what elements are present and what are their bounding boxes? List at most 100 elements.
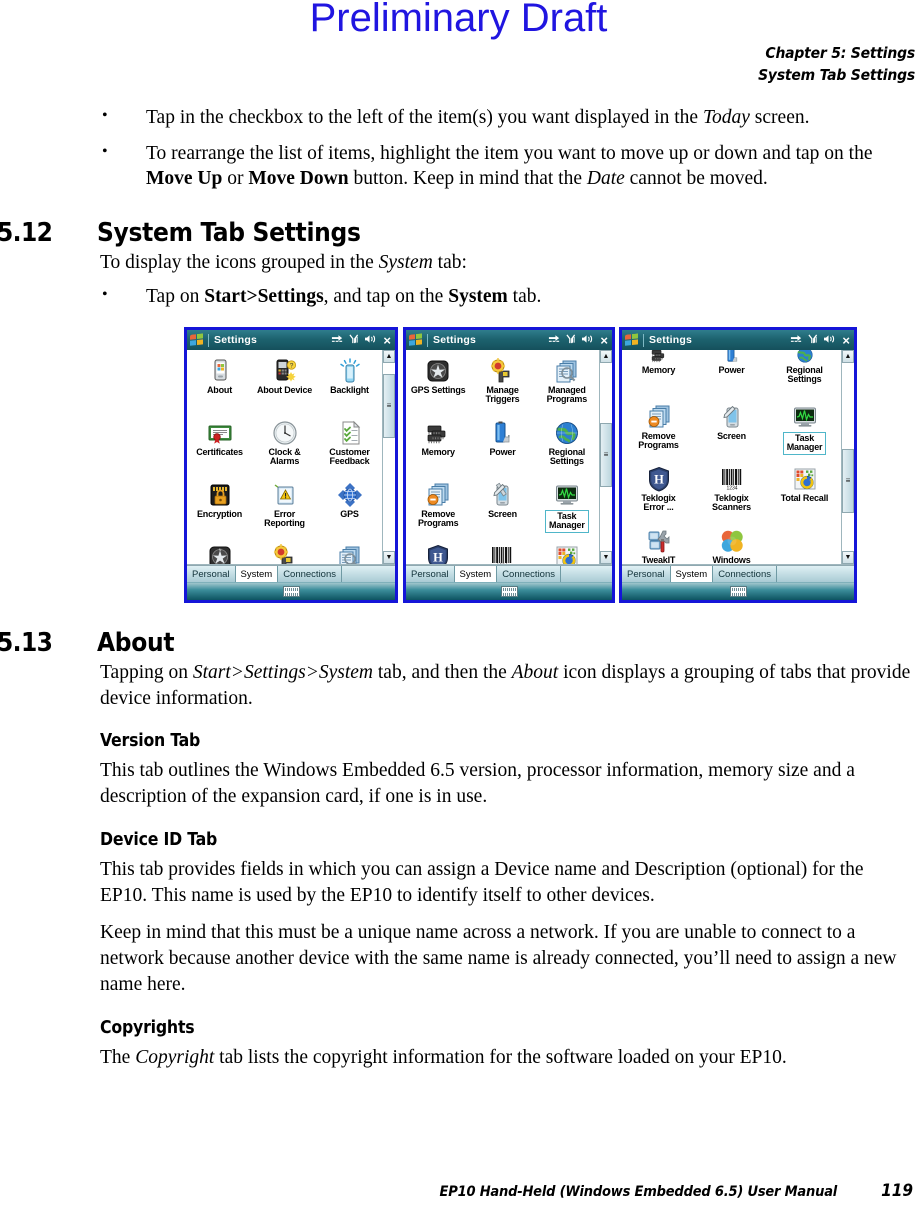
section-512-intro: To display the icons grouped in the Syst… [100,252,467,274]
keyboard-icon[interactable] [500,586,518,597]
preliminary-draft-watermark: Preliminary Draft [309,0,608,40]
remove-programs-icon [425,482,451,508]
settings-item-backlight[interactable]: Backlight [317,356,382,418]
close-icon[interactable]: × [842,334,850,347]
scroll-down-button[interactable]: ▼ [383,551,395,564]
scroll-thumb[interactable] [383,374,395,439]
tab-connections[interactable]: Connections [278,566,342,582]
tab-bar-filler [561,566,612,582]
settings-item-about-device[interactable]: ? About Device [252,356,317,418]
volume-icon[interactable] [581,331,593,349]
keyboard-icon[interactable] [729,586,747,597]
settings-item-teklogix-error[interactable]: H Teklogix Error ... [622,464,695,526]
settings-item-customer-feedback[interactable]: Customer Feedback [317,418,382,480]
settings-item-about[interactable]: About [187,356,252,418]
running-header: Chapter 5: Settings System Tab Settings [758,42,915,86]
scroll-track[interactable] [383,363,395,551]
settings-item-certificates[interactable]: Certificates [187,418,252,480]
signal-icon[interactable] [808,331,818,349]
scroll-track[interactable] [600,363,612,551]
settings-item-tweakit-settings[interactable]: TweakIT Settings [622,526,695,564]
settings-item-task-manager[interactable]: Task Manager [768,402,841,464]
settings-item-screen[interactable]: Screen [695,402,768,464]
settings-item-memory[interactable]: Memory [622,350,695,402]
settings-item-teklogix-error[interactable]: H Teklogix [406,542,470,564]
scroll-up-button[interactable]: ▲ [600,350,612,363]
settings-item-manage-triggers[interactable]: Manage Triggers [470,356,534,418]
settings-item-label: GPS Settings [410,385,466,395]
certificates-icon [207,420,233,446]
backlight-icon [337,358,363,384]
settings-item-screen[interactable]: Screen [470,480,534,542]
settings-item-regional-settings[interactable]: Regional Settings [535,418,599,480]
keyboard-icon[interactable] [282,586,300,597]
scroll-down-button[interactable]: ▼ [842,551,854,564]
settings-item-gps-settings[interactable]: N GPS Settings [187,542,252,564]
connectivity-icon[interactable] [790,331,803,349]
settings-item-remove-programs[interactable]: Remove Programs [622,402,695,464]
titlebar-divider [427,333,428,347]
tab-connections[interactable]: Connections [713,566,777,582]
tab-system[interactable]: System [670,566,714,582]
tab-system[interactable]: System [235,566,279,582]
encryption-icon [207,482,233,508]
settings-item-remove-programs[interactable]: Remove Programs [406,480,470,542]
settings-tab-bar: Personal System Connections [622,565,854,582]
tab-personal[interactable]: Personal [187,566,236,582]
tab-personal[interactable]: Personal [622,566,671,582]
vertical-scrollbar[interactable]: ▲ ▼ [841,350,854,564]
tweakit-settings-icon [646,528,672,554]
scroll-thumb[interactable] [842,449,854,514]
windows-start-icon[interactable] [190,332,205,348]
settings-item-encryption[interactable]: Encryption [187,480,252,542]
connectivity-icon[interactable] [548,331,561,349]
settings-item-error-reporting[interactable]: Error Reporting [252,480,317,542]
footer-page-number: 119 [881,1181,913,1201]
volume-icon[interactable] [364,331,376,349]
bullet-text-3: Tap on Start>Settings, and tap on the Sy… [146,285,542,307]
settings-item-regional-settings[interactable]: Regional Settings [768,350,841,402]
tab-system[interactable]: System [454,566,498,582]
tab-connections[interactable]: Connections [497,566,561,582]
settings-icon-grid: About ? About Device Backlight Certifica… [187,350,382,564]
settings-item-task-manager[interactable]: Task Manager [535,480,599,542]
task-manager-icon [792,404,818,430]
settings-item-managed-programs[interactable]: Managed Programs [535,356,599,418]
vertical-scrollbar[interactable]: ▲ ▼ [599,350,612,564]
settings-item-windows-update[interactable]: Windows Update [695,526,768,564]
scroll-thumb[interactable] [600,423,612,488]
windows-start-icon[interactable] [625,332,640,348]
scroll-track[interactable] [842,363,854,551]
settings-item-power[interactable]: Power [470,418,534,480]
manage-triggers-icon [489,358,515,384]
settings-item-total-recall[interactable]: Total Recall [768,464,841,526]
settings-item-gps[interactable]: GPS [317,480,382,542]
titlebar-divider [208,333,209,347]
settings-item-managed-programs[interactable]: Managed [317,542,382,564]
vertical-scrollbar[interactable]: ▲ ▼ [382,350,395,564]
volume-icon[interactable] [823,331,835,349]
close-icon[interactable]: × [383,334,391,347]
settings-item-power[interactable]: Power [695,350,768,402]
page-title: System Tab Settings [97,218,361,249]
settings-item-memory[interactable]: Memory [406,418,470,480]
settings-item-teklogix-scanners[interactable]: 1234 Teklogix [470,542,534,564]
settings-item-empty [768,526,841,564]
settings-item-manage-triggers[interactable]: Manage [252,542,317,564]
settings-item-clock-alarms[interactable]: Clock & Alarms [252,418,317,480]
settings-item-total-recall[interactable]: Total Recall [535,542,599,564]
signal-icon[interactable] [349,331,359,349]
scroll-down-button[interactable]: ▼ [600,551,612,564]
scroll-up-button[interactable]: ▲ [383,350,395,363]
tab-personal[interactable]: Personal [406,566,455,582]
power-icon [489,420,515,446]
close-icon[interactable]: × [600,334,608,347]
signal-icon[interactable] [566,331,576,349]
bullet-dot: • [102,142,108,160]
windows-start-icon[interactable] [409,332,424,348]
scroll-up-button[interactable]: ▲ [842,350,854,363]
connectivity-icon[interactable] [331,331,344,349]
settings-item-gps-settings[interactable]: GPS Settings [406,356,470,418]
settings-item-teklogix-scanners[interactable]: 1234 Teklogix Scanners [695,464,768,526]
teklogix-scanners-icon: 1234 [489,544,515,564]
